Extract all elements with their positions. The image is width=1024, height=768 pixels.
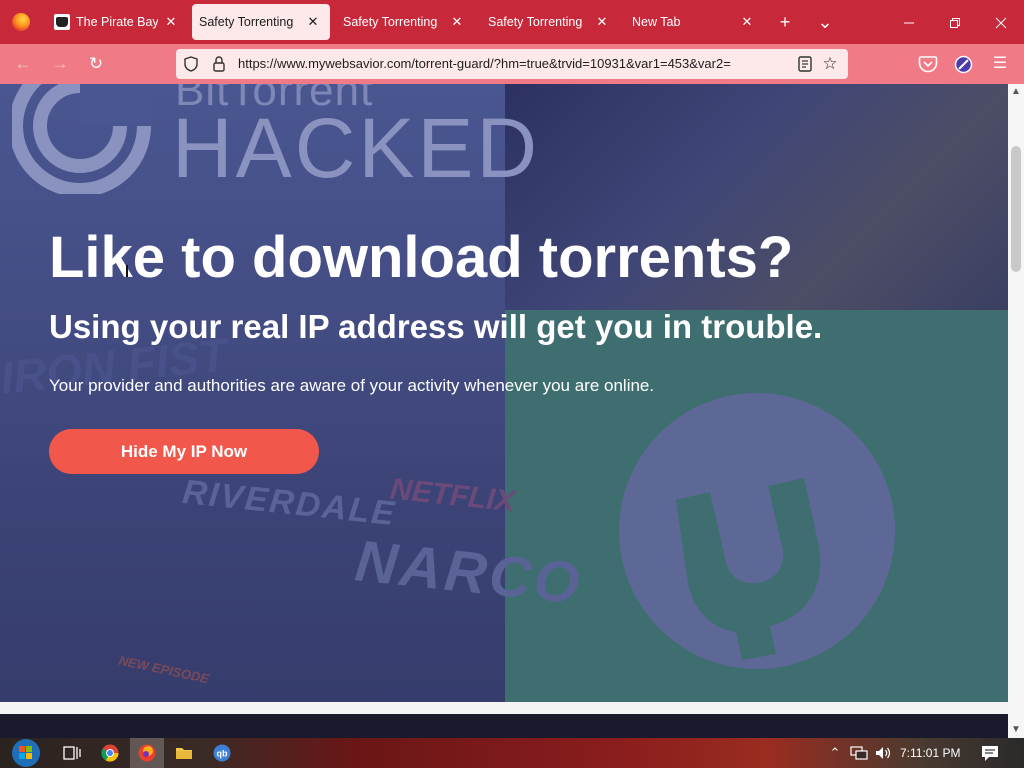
landing-page: BitTorrent HACKED IRON FIST RIVERDALE NE…: [0, 84, 1008, 714]
scroll-down-arrow-icon[interactable]: ▼: [1008, 722, 1024, 738]
chrome-icon[interactable]: [98, 742, 122, 764]
qbittorrent-icon[interactable]: qb: [210, 742, 234, 764]
list-all-tabs-button[interactable]: ⌄: [810, 6, 840, 38]
hamburger-menu-icon[interactable]: ☰: [987, 52, 1013, 76]
start-button-icon[interactable]: [4, 738, 44, 768]
action-center-notification-icon[interactable]: [980, 744, 1000, 762]
firefox-menu-icon[interactable]: [0, 0, 42, 44]
tab-label: Safety Torrenting: [488, 15, 583, 29]
network-icon[interactable]: [850, 744, 868, 762]
system-clock[interactable]: 7:11:01 PM: [900, 746, 960, 760]
tab-label: The Pirate Bay -: [76, 15, 158, 29]
back-arrow-icon[interactable]: ←: [10, 52, 36, 76]
task-view-icon[interactable]: [60, 742, 84, 764]
close-window-icon[interactable]: [978, 0, 1024, 44]
tracking-protection-shield-icon[interactable]: [184, 56, 198, 72]
bookmark-star-icon[interactable]: ☆: [820, 54, 840, 74]
minimize-icon[interactable]: [886, 0, 932, 44]
tab-new-tab[interactable]: New Tab ✕: [626, 4, 764, 40]
pocket-icon[interactable]: [918, 55, 938, 73]
headline: Like to download torrents?: [49, 225, 794, 290]
volume-icon[interactable]: [874, 744, 892, 762]
lock-icon[interactable]: [212, 55, 226, 73]
tab-label: Safety Torrenting: [199, 15, 294, 29]
page-bottom-strip: [0, 702, 1008, 714]
forward-arrow-icon[interactable]: →: [47, 52, 73, 76]
close-tab-icon[interactable]: ✕: [593, 13, 611, 31]
tab-safety-torrenting-active[interactable]: Safety Torrenting ✕: [192, 4, 330, 40]
scrollbar-thumb[interactable]: [1011, 146, 1021, 272]
hacked-text: HACKED: [172, 101, 541, 195]
windows-taskbar: qb ⌃ 7:11:01 PM: [0, 738, 1024, 768]
close-tab-icon[interactable]: ✕: [448, 13, 466, 31]
show-hidden-icons-chevron-icon[interactable]: ⌃: [826, 744, 844, 762]
extension-blocker-icon[interactable]: [954, 55, 973, 74]
scroll-up-arrow-icon[interactable]: ▲: [1008, 84, 1024, 100]
restore-icon[interactable]: [932, 0, 978, 44]
tab-label: Safety Torrenting: [343, 15, 438, 29]
utorrent-logo-icon: [619, 393, 895, 669]
firefox-taskbar-icon[interactable]: [130, 738, 164, 768]
navigation-toolbar: ← → ↻ https://www.mywebsavior.com/torren…: [0, 44, 1024, 84]
close-tab-icon[interactable]: ✕: [738, 13, 756, 31]
tab-label: New Tab: [632, 15, 681, 29]
tab-pirate-bay[interactable]: The Pirate Bay - ✕: [48, 4, 188, 40]
page-scrollbar[interactable]: ▲ ▼: [1008, 84, 1024, 738]
close-tab-icon[interactable]: ✕: [304, 13, 322, 31]
svg-text:qb: qb: [217, 749, 228, 759]
tab-safety-torrenting-2[interactable]: Safety Torrenting ✕: [336, 4, 474, 40]
hide-my-ip-button[interactable]: Hide My IP Now: [49, 429, 319, 474]
url-text[interactable]: https://www.mywebsavior.com/torrent-guar…: [238, 56, 786, 71]
address-bar[interactable]: https://www.mywebsavior.com/torrent-guar…: [176, 49, 848, 79]
subheadline: Using your real IP address will get you …: [49, 308, 823, 345]
new-tab-button[interactable]: +: [770, 6, 800, 38]
reader-view-icon[interactable]: [796, 55, 814, 73]
file-explorer-icon[interactable]: [172, 742, 196, 764]
pirate-ship-icon: [54, 14, 70, 30]
close-tab-icon[interactable]: ✕: [162, 13, 180, 31]
tab-strip: The Pirate Bay - ✕ Safety Torrenting ✕ S…: [0, 0, 1024, 44]
reload-icon[interactable]: ↻: [83, 52, 109, 76]
body-text: Your provider and authorities are aware …: [49, 376, 655, 395]
tab-safety-torrenting-3[interactable]: Safety Torrenting ✕: [481, 4, 619, 40]
text-cursor-icon: [126, 265, 128, 277]
bittorrent-logo-icon: [12, 84, 152, 194]
